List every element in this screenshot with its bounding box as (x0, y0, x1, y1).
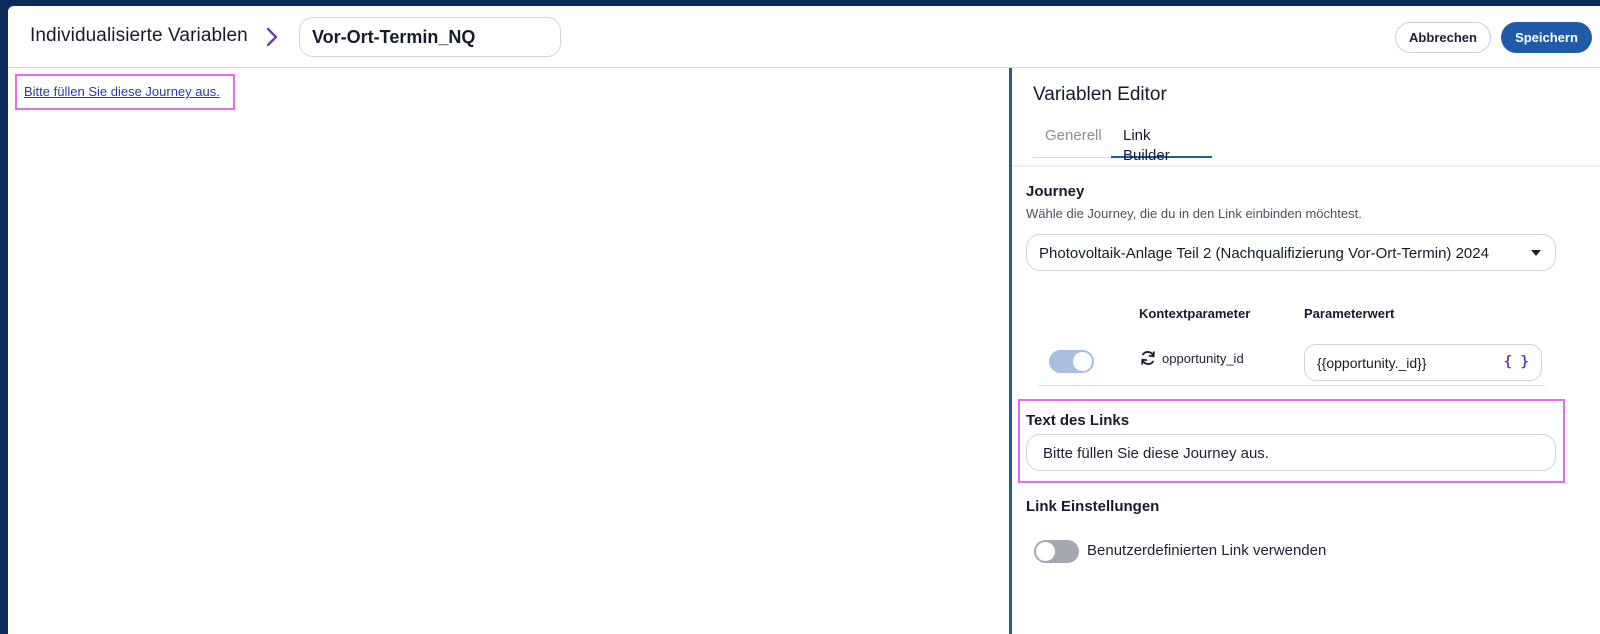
panel-separator (1012, 165, 1600, 167)
save-button[interactable]: Speichern (1501, 22, 1592, 53)
tab-generell[interactable]: Generell (1033, 126, 1114, 158)
link-settings-label: Link Einstellungen (1026, 498, 1160, 515)
variable-name-input[interactable] (299, 17, 561, 57)
custom-link-label: Benutzerdefinierten Link verwenden (1087, 542, 1327, 559)
chevron-right-icon (266, 27, 278, 47)
toggle-knob (1036, 542, 1055, 561)
col-parameterwert: Parameterwert (1304, 306, 1395, 321)
param-toggle[interactable] (1049, 350, 1094, 373)
link-text-value: Bitte füllen Sie diese Journey aus. (1043, 445, 1269, 462)
param-value: {{opportunity._id}} (1317, 355, 1427, 371)
link-text-label: Text des Links (1026, 412, 1130, 429)
journey-select-value: Photovoltaik-Anlage Teil 2 (Nachqualifiz… (1039, 245, 1489, 262)
preview-link[interactable]: Bitte füllen Sie diese Journey aus. (24, 84, 220, 99)
header-bar: Individualisierte Variablen Abbrechen Sp… (8, 6, 1600, 68)
preview-highlight: Bitte füllen Sie diese Journey aus. (15, 74, 235, 110)
col-kontextparameter: Kontextparameter (1139, 306, 1251, 321)
breadcrumb-title[interactable]: Individualisierte Variablen (30, 25, 248, 47)
journey-hint: Wähle die Journey, die du in den Link ei… (1026, 206, 1362, 221)
journey-select[interactable]: Photovoltaik-Anlage Teil 2 (Nachqualifiz… (1026, 234, 1556, 271)
cancel-button[interactable]: Abbrechen (1395, 22, 1491, 53)
panel-title: Variablen Editor (1033, 84, 1167, 105)
custom-link-toggle[interactable] (1034, 540, 1079, 563)
app-window: Individualisierte Variablen Abbrechen Sp… (8, 6, 1600, 634)
sync-icon (1141, 351, 1155, 365)
link-text-input[interactable]: Bitte füllen Sie diese Journey aus. (1026, 434, 1556, 471)
toggle-knob (1073, 352, 1092, 371)
variable-editor-panel: Variablen Editor Generell Link Builder J… (1012, 68, 1600, 634)
variable-braces-icon[interactable]: { } (1504, 354, 1529, 370)
caret-down-icon (1531, 250, 1541, 256)
param-value-input[interactable]: {{opportunity._id}} { } (1304, 344, 1542, 381)
param-row-divider (1038, 385, 1545, 386)
tab-link-builder[interactable]: Link Builder (1111, 126, 1212, 164)
journey-label: Journey (1026, 183, 1085, 200)
param-name: opportunity_id (1162, 351, 1244, 366)
